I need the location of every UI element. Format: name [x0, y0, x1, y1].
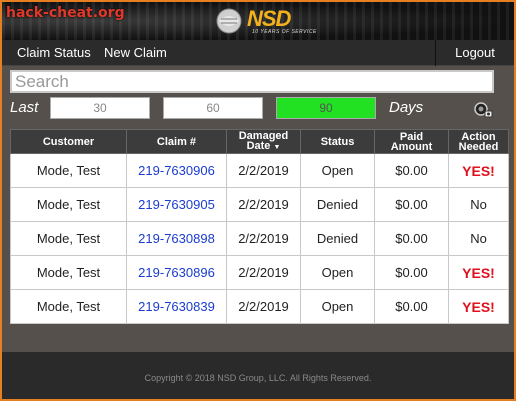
col-claim-header[interactable]: Claim # — [126, 129, 227, 154]
col-paid-header[interactable]: Paid Amount — [374, 129, 449, 154]
header-banner: hack-cheat.org NSD 10 YEARS OF SERVICE — [2, 2, 514, 40]
cell-paid: $0.00 — [374, 289, 449, 324]
cell-customer: Mode, Test — [10, 187, 127, 222]
col-customer-header[interactable]: Customer — [10, 129, 127, 154]
cell-date: 2/2/2019 — [226, 221, 301, 256]
search-input[interactable] — [10, 70, 494, 93]
app-frame: hack-cheat.org NSD 10 YEARS OF SERVICE C… — [2, 2, 514, 399]
nav-claim-status[interactable]: Claim Status — [9, 40, 99, 66]
sort-desc-icon: ▼ — [273, 143, 281, 151]
cell-action: No — [448, 221, 509, 256]
claim-link[interactable]: 219-7630906 — [138, 163, 215, 178]
logout-button[interactable]: Logout — [435, 40, 514, 66]
claim-link[interactable]: 219-7630905 — [138, 197, 215, 212]
claim-link[interactable]: 219-7630896 — [138, 265, 215, 280]
last-label: Last — [10, 99, 39, 116]
days-90-button[interactable]: 90 — [276, 97, 376, 119]
table-header-row: Customer Claim # Damaged Date ▼ Status P… — [10, 129, 509, 154]
claim-link[interactable]: 219-7630839 — [138, 299, 215, 314]
copyright-text: Copyright © 2018 NSD Group, LLC. All Rig… — [144, 373, 372, 383]
damaged-date-line2: Date — [246, 139, 271, 152]
action-line2: Needed — [458, 140, 499, 153]
days-label: Days — [389, 99, 424, 116]
claims-table: Customer Claim # Damaged Date ▼ Status P… — [10, 129, 509, 324]
table-row[interactable]: Mode, Test 219-7630898 2/2/2019 Denied $… — [10, 221, 509, 256]
footer: Copyright © 2018 NSD Group, LLC. All Rig… — [2, 352, 514, 399]
cell-status: Denied — [300, 187, 375, 222]
cell-status: Denied — [300, 221, 375, 256]
cell-paid: $0.00 — [374, 187, 449, 222]
cell-date: 2/2/2019 — [226, 187, 301, 222]
cell-customer: Mode, Test — [10, 255, 127, 290]
cell-customer: Mode, Test — [10, 289, 127, 324]
claim-link[interactable]: 219-7630898 — [138, 231, 215, 246]
table-row[interactable]: Mode, Test 219-7630906 2/2/2019 Open $0.… — [10, 153, 509, 188]
cell-date: 2/2/2019 — [226, 153, 301, 188]
top-navbar: Claim Status New Claim Logout — [2, 40, 514, 66]
col-action-header[interactable]: Action Needed — [448, 129, 509, 154]
paid-line2: Amount — [390, 140, 433, 153]
watermark: hack-cheat.org — [6, 5, 125, 21]
cell-paid: $0.00 — [374, 153, 449, 188]
cell-paid: $0.00 — [374, 221, 449, 256]
nav-new-claim[interactable]: New Claim — [96, 40, 175, 66]
cell-status: Open — [300, 255, 375, 290]
cell-action: No — [448, 187, 509, 222]
col-status-header[interactable]: Status — [300, 129, 375, 154]
table-row[interactable]: Mode, Test 219-7630839 2/2/2019 Open $0.… — [10, 289, 509, 324]
cell-customer: Mode, Test — [10, 221, 127, 256]
cell-status: Open — [300, 153, 375, 188]
cell-action: YES! — [448, 153, 509, 188]
table-row[interactable]: Mode, Test 219-7630896 2/2/2019 Open $0.… — [10, 255, 509, 290]
cell-date: 2/2/2019 — [226, 289, 301, 324]
cell-action: YES! — [448, 255, 509, 290]
cell-paid: $0.00 — [374, 255, 449, 290]
brand-tagline: 10 YEARS OF SERVICE — [252, 29, 317, 35]
col-damaged-date-header[interactable]: Damaged Date ▼ — [226, 129, 301, 154]
days-60-button[interactable]: 60 — [163, 97, 263, 119]
cell-status: Open — [300, 289, 375, 324]
cell-action: YES! — [448, 289, 509, 324]
table-row[interactable]: Mode, Test 219-7630905 2/2/2019 Denied $… — [10, 187, 509, 222]
cell-date: 2/2/2019 — [226, 255, 301, 290]
cell-customer: Mode, Test — [10, 153, 127, 188]
days-30-button[interactable]: 30 — [50, 97, 150, 119]
camera-gear-icon[interactable] — [472, 100, 494, 120]
